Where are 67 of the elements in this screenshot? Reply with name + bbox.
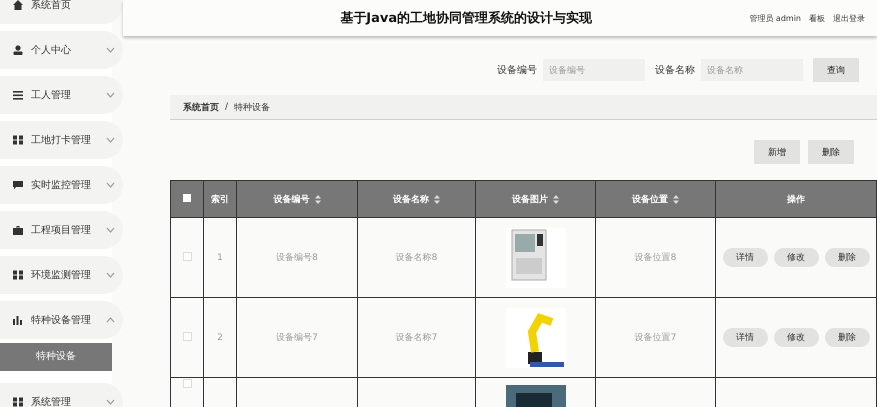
menu-label: 特种设备管理 [31,314,92,327]
breadcrumb-item: 特种设备 [234,102,270,114]
header-link[interactable]: 管理员 admin [749,12,801,24]
table-cell: 设备位置8 [634,253,676,263]
search-field[interactable]: 设备名称 [701,59,803,81]
grid-icon [13,270,23,280]
row-checkbox[interactable] [182,379,192,388]
briefcase-icon [13,225,23,235]
menu-label: 环境监测管理 [31,268,92,282]
header-cell[interactable]: 设备名称 [358,180,476,218]
field-label: 设备编号 [497,64,537,77]
table-cell: 1 [217,252,223,262]
bar-chart-icon [13,315,23,325]
header-cell: 操作 [716,180,876,218]
detail-button[interactable]: 详情 [722,248,768,267]
sidebar-item[interactable]: 系统管理 [0,383,123,407]
row-checkbox[interactable] [182,332,192,340]
menu-label: 工程项目管理 [31,224,92,237]
add-button[interactable]: 新增 [754,140,800,164]
sidebar-item[interactable]: 个人中心 [0,31,123,69]
table-cell: 2 [217,332,223,342]
delete-button[interactable]: 删除 [808,140,854,164]
chat-icon [13,180,23,190]
photo-placeholder [506,308,566,368]
sidebar-item[interactable]: 实时监控管理 [0,166,123,204]
table-cell: 设备编号7 [276,333,318,343]
search-field[interactable]: 设备编号 [543,59,645,81]
row-checkbox[interactable] [182,252,192,260]
photo-placeholder [506,228,566,288]
delete-button[interactable]: 删除 [824,328,870,347]
sidebar-item[interactable]: 工人管理 [0,76,123,114]
header-cell[interactable]: 设备位置 [596,180,716,218]
breadcrumb-item[interactable]: 系统首页 [183,100,219,114]
grid-icon [13,135,23,145]
table-cell: 设备编号8 [276,253,318,263]
header-cell[interactable]: 设备图片 [476,180,596,218]
sidebar-item[interactable]: 工地打卡管理 [0,121,123,159]
menu-label: 工地打卡管理 [31,134,92,147]
field-label: 设备名称 [655,64,695,77]
table-cell: 设备名称8 [396,253,438,263]
grid-icon [13,397,23,407]
page-title: 基于Java的工地协同管理系统的设计与实现 [339,10,594,27]
edit-button[interactable]: 修改 [774,328,818,347]
menu-label: 系统管理 [31,396,72,407]
user-icon [13,45,23,55]
delete-button[interactable]: 删除 [824,248,870,267]
table-cell: 设备名称7 [396,333,438,343]
submenu-item[interactable]: 特种设备 [0,343,112,371]
sidebar-item[interactable]: 环境监测管理 [0,256,123,294]
menu-label: 实时监控管理 [31,178,92,192]
list-icon [13,90,23,100]
sidebar-item[interactable]: 特种设备管理 [0,301,123,339]
breadcrumb-separator: / [225,102,228,112]
sidebar-item[interactable]: 工程项目管理 [0,211,123,249]
table-cell: 设备位置7 [634,333,676,343]
detail-button[interactable]: 详情 [722,328,768,347]
menu-label: 个人中心 [31,44,72,57]
header-link[interactable]: 退出登录 [833,12,865,24]
home-icon [13,0,23,10]
menu-label: 工人管理 [31,89,72,102]
edit-button[interactable]: 修改 [774,248,818,267]
select-all-checkbox[interactable] [183,194,191,202]
header-cell[interactable]: 设备编号 [236,180,358,218]
photo-placeholder [506,385,566,407]
header-cell: 索引 [204,180,236,218]
search-button[interactable]: 查询 [813,58,859,82]
header-link[interactable]: 看板 [809,12,825,24]
